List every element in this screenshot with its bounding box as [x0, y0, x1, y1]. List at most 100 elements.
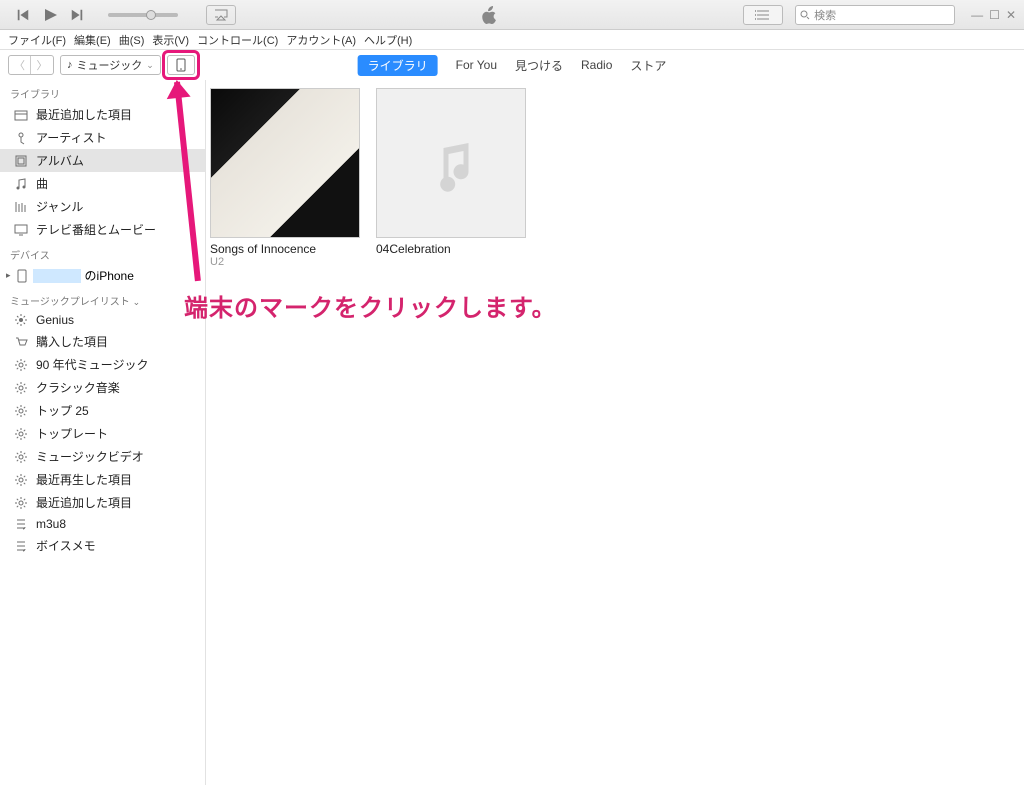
sidebar-playlist-item-label: Genius: [36, 313, 74, 327]
now-playing-area: [236, 6, 743, 24]
toolbar: 〈 〉 ♪ ミュージック ⌄ ライブラリ For You 見つける Radio …: [0, 50, 1024, 80]
annotation-highlight: [162, 50, 200, 80]
sidebar: ライブラリ 最近追加した項目アーティストアルバム曲ジャンルテレビ番組とムービー …: [0, 80, 206, 785]
genius-icon: [14, 313, 28, 327]
sidebar-device-item[interactable]: ▸ のiPhone: [0, 264, 205, 287]
search-icon: [800, 10, 810, 20]
minimize-button[interactable]: —: [971, 8, 983, 22]
iphone-icon: [15, 269, 29, 283]
disclosure-triangle-icon[interactable]: ▸: [6, 270, 11, 281]
close-button[interactable]: ✕: [1006, 8, 1016, 22]
search-placeholder: 検索: [814, 7, 836, 23]
sidebar-library-item-label: ジャンル: [36, 198, 83, 215]
content-tabs: ライブラリ For You 見つける Radio ストア: [358, 55, 667, 76]
device-suffix: のiPhone: [85, 267, 134, 284]
sidebar-playlist-item-9[interactable]: m3u8: [0, 514, 205, 534]
media-picker-label: ミュージック: [77, 57, 143, 73]
sidebar-playlist-item-label: トップレート: [36, 425, 108, 442]
nav-back-forward: 〈 〉: [8, 55, 54, 75]
genre-icon: [14, 200, 28, 214]
apple-logo-icon: [482, 6, 498, 24]
sidebar-library-item-label: アーティスト: [36, 129, 107, 146]
list-icon: [14, 539, 28, 553]
volume-slider[interactable]: [108, 13, 178, 17]
device-name-redacted: [33, 269, 81, 283]
next-button[interactable]: [70, 8, 84, 22]
playback-controls: [0, 5, 236, 25]
album-grid: Songs of InnocenceU2 04Celebration: [206, 88, 1024, 268]
sidebar-playlist-item-label: 90 年代ミュージック: [36, 356, 148, 373]
gear-icon: [14, 427, 28, 441]
sidebar-playlist-item-2[interactable]: 90 年代ミュージック: [0, 353, 205, 376]
album-icon: [14, 154, 28, 168]
sidebar-playlist-item-label: 最近再生した項目: [36, 471, 132, 488]
sidebar-playlist-item-0[interactable]: Genius: [0, 310, 205, 330]
album-cover[interactable]: [210, 88, 360, 238]
chevron-updown-icon: ⌄: [146, 60, 154, 71]
album-title: 04Celebration: [376, 242, 526, 256]
sidebar-library-item-4[interactable]: ジャンル: [0, 195, 205, 218]
gear-icon: [14, 473, 28, 487]
device-button[interactable]: [167, 55, 195, 75]
sidebar-library-item-label: 曲: [36, 175, 48, 192]
sidebar-library-item-5[interactable]: テレビ番組とムービー: [0, 218, 205, 241]
menu-help[interactable]: ヘルプ(H): [364, 32, 412, 48]
sidebar-playlist-item-10[interactable]: ボイスメモ: [0, 534, 205, 557]
tab-library[interactable]: ライブラリ: [358, 55, 438, 76]
media-picker[interactable]: ♪ ミュージック ⌄: [60, 55, 161, 75]
menu-song[interactable]: 曲(S): [119, 32, 145, 48]
chevron-down-icon[interactable]: ⌄: [133, 297, 141, 307]
tab-for-you[interactable]: For You: [456, 58, 497, 72]
sidebar-playlist-item-7[interactable]: 最近再生した項目: [0, 468, 205, 491]
purchased-icon: [14, 335, 28, 349]
nav-back-button[interactable]: 〈: [9, 56, 31, 74]
gear-icon: [14, 450, 28, 464]
album-cover[interactable]: [376, 88, 526, 238]
gear-icon: [14, 496, 28, 510]
sidebar-playlist-item-1[interactable]: 購入した項目: [0, 330, 205, 353]
sidebar-library-item-2[interactable]: アルバム: [0, 149, 205, 172]
nav-forward-button[interactable]: 〉: [31, 56, 53, 74]
tab-browse[interactable]: 見つける: [515, 57, 563, 74]
sidebar-devices-header: デバイス: [0, 241, 205, 264]
tab-store[interactable]: ストア: [630, 57, 666, 74]
sidebar-playlist-item-4[interactable]: トップ 25: [0, 399, 205, 422]
tab-radio[interactable]: Radio: [581, 58, 612, 72]
prev-button[interactable]: [16, 8, 30, 22]
sidebar-library-item-0[interactable]: 最近追加した項目: [0, 103, 205, 126]
search-input[interactable]: 検索: [795, 5, 955, 25]
airplay-button[interactable]: [206, 5, 236, 25]
menu-view[interactable]: 表示(V): [152, 32, 189, 48]
sidebar-playlist-item-label: ボイスメモ: [36, 537, 96, 554]
sidebar-playlist-item-3[interactable]: クラシック音楽: [0, 376, 205, 399]
sidebar-playlist-item-8[interactable]: 最近追加した項目: [0, 491, 205, 514]
sidebar-playlist-item-5[interactable]: トップレート: [0, 422, 205, 445]
maximize-button[interactable]: ☐: [989, 8, 1000, 22]
sidebar-playlist-item-label: クラシック音楽: [36, 379, 120, 396]
recent-icon: [14, 108, 28, 122]
sidebar-playlist-item-label: m3u8: [36, 517, 66, 531]
annotation-text: 端末のマークをクリックします。: [184, 288, 557, 323]
sidebar-playlist-item-6[interactable]: ミュージックビデオ: [0, 445, 205, 468]
play-button[interactable]: [42, 7, 58, 23]
sidebar-playlist-item-label: 購入した項目: [36, 333, 108, 350]
album-item-1[interactable]: 04Celebration: [376, 88, 526, 268]
sidebar-library-item-3[interactable]: 曲: [0, 172, 205, 195]
list-icon: [14, 517, 28, 531]
sidebar-library-item-label: 最近追加した項目: [36, 106, 132, 123]
sidebar-playlists-header: ミュージックプレイリスト ⌄: [0, 287, 205, 310]
list-view-button[interactable]: [743, 5, 783, 25]
player-bar: 検索 — ☐ ✕: [0, 0, 1024, 30]
window-controls: — ☐ ✕: [971, 8, 1016, 22]
sidebar-library-item-1[interactable]: アーティスト: [0, 126, 205, 149]
sidebar-playlist-item-label: 最近追加した項目: [36, 494, 132, 511]
menu-account[interactable]: アカウント(A): [286, 32, 356, 48]
menu-controls[interactable]: コントロール(C): [197, 32, 278, 48]
gear-icon: [14, 381, 28, 395]
content-area: Songs of InnocenceU2 04Celebration: [206, 80, 1024, 785]
sidebar-library-item-label: アルバム: [36, 152, 84, 169]
album-item-0[interactable]: Songs of InnocenceU2: [210, 88, 360, 268]
menu-edit[interactable]: 編集(E): [74, 32, 111, 48]
menu-file[interactable]: ファイル(F): [8, 32, 66, 48]
sidebar-playlist-item-label: トップ 25: [36, 402, 89, 419]
